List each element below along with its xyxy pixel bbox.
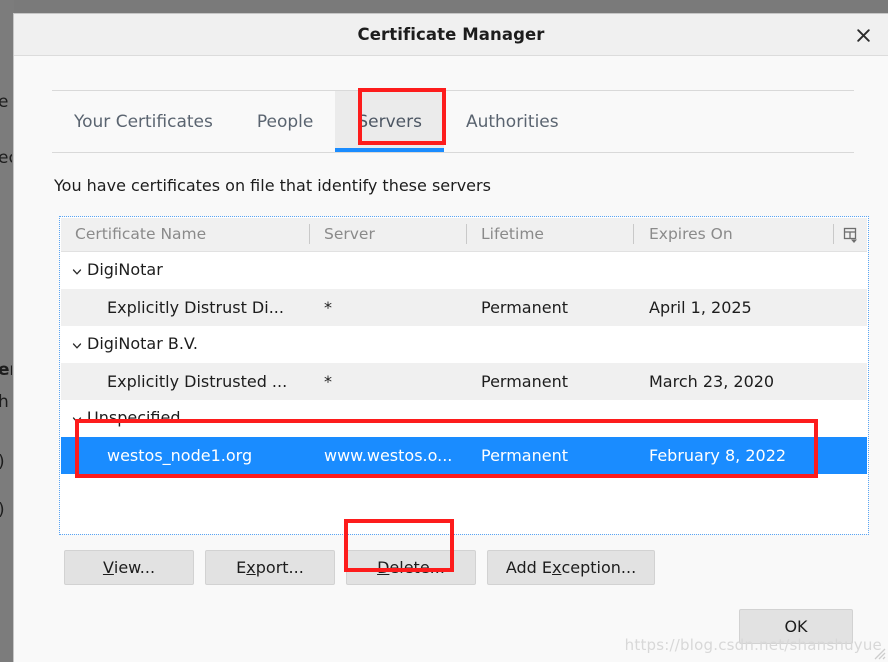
tabstrip-bottom-divider (52, 152, 854, 153)
chevron-down-icon[interactable] (72, 341, 82, 351)
cell-server: * (324, 298, 332, 317)
tabstrip: Your Certificates People Servers Authori… (52, 90, 854, 153)
background-text-fragment: ) (0, 500, 12, 520)
table-row-group[interactable]: Unspecified (61, 400, 867, 437)
view-button-accel: V (102, 558, 114, 577)
cell-expires-on: February 8, 2022 (649, 446, 787, 465)
cell-lifetime: Permanent (481, 372, 569, 391)
cell-server: www.westos.o... (324, 446, 453, 465)
table-row-selected[interactable]: westos_node1.org www.westos.o... Permane… (61, 437, 867, 474)
cell-expires-on: March 23, 2020 (649, 372, 775, 391)
certificate-list[interactable]: Certificate Name Server Lifetime Expires… (59, 216, 869, 535)
close-icon[interactable] (846, 20, 880, 50)
column-divider[interactable] (633, 224, 634, 244)
column-header-server[interactable]: Server (324, 225, 375, 243)
column-header-lifetime[interactable]: Lifetime (481, 225, 544, 243)
delete-button-accel: D (377, 558, 390, 577)
tab-authorities[interactable]: Authorities (444, 91, 581, 152)
list-description: You have certificates on file that ident… (54, 176, 491, 195)
certificate-manager-dialog: Certificate Manager Your Certificates Pe… (14, 14, 888, 662)
add-exception-button-accel: x (552, 558, 562, 577)
tab-servers[interactable]: Servers (335, 91, 444, 152)
resize-grip[interactable] (870, 644, 886, 660)
delete-button[interactable]: Delete... (346, 550, 476, 585)
background-text-fragment: e (0, 92, 9, 112)
column-header-expires-on[interactable]: Expires On (649, 225, 733, 243)
dialog-titlebar: Certificate Manager (14, 14, 888, 56)
view-button-label-after: iew... (113, 558, 156, 577)
cell-certificate-name: westos_node1.org (107, 446, 253, 465)
add-exception-button-label-before: Add E (505, 558, 552, 577)
column-header-certificate-name[interactable]: Certificate Name (75, 225, 206, 243)
tab-list: Your Certificates People Servers Authori… (52, 91, 581, 152)
column-picker-icon[interactable] (841, 225, 861, 245)
table-row[interactable]: Explicitly Distrusted ... * Permanent Ma… (61, 363, 867, 400)
tab-label: Authorities (465, 111, 559, 132)
table-row[interactable]: Explicitly Distrust Di... * Permanent Ap… (61, 289, 867, 326)
cell-certificate-name: DigiNotar (87, 260, 163, 279)
cell-lifetime: Permanent (481, 446, 569, 465)
list-column-headers: Certificate Name Server Lifetime Expires… (61, 218, 867, 252)
cell-expires-on: April 1, 2025 (649, 298, 752, 317)
background-text-fragment: ec (0, 148, 12, 168)
cell-certificate-name: DigiNotar B.V. (87, 334, 198, 353)
cell-certificate-name: Explicitly Distrust Di... (107, 298, 284, 317)
table-row-group[interactable]: DigiNotar (61, 252, 867, 289)
cell-server: * (324, 372, 332, 391)
export-button[interactable]: Ex port... (205, 550, 335, 585)
column-divider[interactable] (466, 224, 467, 244)
background-text-fragment: er (0, 360, 12, 380)
cell-certificate-name: Explicitly Distrusted ... (107, 372, 288, 391)
tab-your-certificates[interactable]: Your Certificates (52, 91, 235, 152)
tab-label: Servers (357, 111, 422, 132)
dialog-title: Certificate Manager (357, 25, 545, 44)
column-divider[interactable] (833, 224, 834, 244)
background-text-fragment: h (0, 392, 9, 412)
ok-button[interactable]: OK (739, 609, 853, 644)
column-divider[interactable] (309, 224, 310, 244)
export-button-label-after: port... (255, 558, 304, 577)
action-button-row: View... Ex port... Delete... Add Ex ceptio… (64, 550, 655, 585)
add-exception-button[interactable]: Add Ex ception... (487, 550, 655, 585)
add-exception-button-label-after: ception... (561, 558, 637, 577)
list-rows: DigiNotar Explicitly Distrust Di... * Pe… (61, 252, 867, 474)
cell-lifetime: Permanent (481, 298, 569, 317)
chevron-down-icon[interactable] (72, 267, 82, 277)
tab-people[interactable]: People (235, 91, 335, 152)
cell-certificate-name: Unspecified (87, 408, 181, 427)
background-text-fragment: ) (0, 452, 12, 472)
view-button[interactable]: View... (64, 550, 194, 585)
tab-label: Your Certificates (74, 111, 213, 132)
export-button-accel: x (246, 558, 256, 577)
chevron-down-icon[interactable] (72, 415, 82, 425)
export-button-label-before: E (236, 558, 247, 577)
table-row-group[interactable]: DigiNotar B.V. (61, 326, 867, 363)
tab-label: People (256, 111, 314, 132)
delete-button-label-after: elete... (389, 558, 445, 577)
